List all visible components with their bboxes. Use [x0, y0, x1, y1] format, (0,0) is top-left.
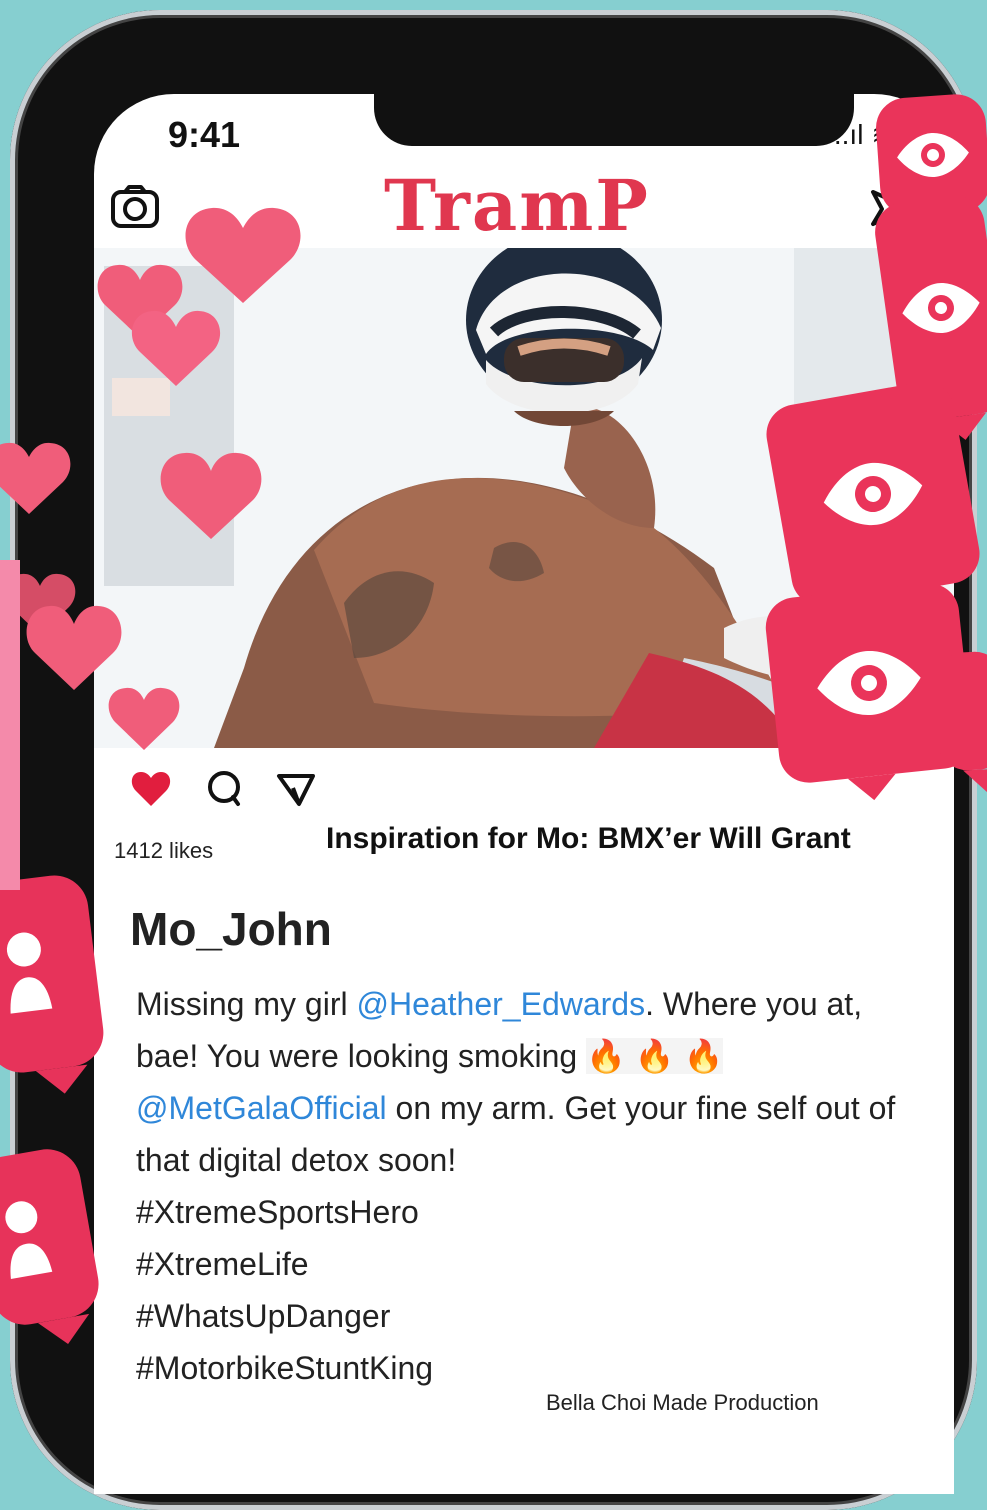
- heart-icon: [185, 207, 301, 303]
- heart-icon: [108, 687, 180, 750]
- hashtag[interactable]: #XtremeLife: [136, 1238, 916, 1290]
- caption-title: Inspiration for Mo: BMX’er Will Grant: [326, 822, 851, 855]
- mention-metgala[interactable]: @MetGalaOfficial: [136, 1090, 387, 1126]
- eye-sticker: [932, 650, 987, 772]
- app-brand: TramP: [384, 164, 650, 247]
- eye-icon: [897, 133, 969, 177]
- status-time: 9:41: [168, 114, 241, 155]
- phone-notch: [374, 94, 902, 146]
- eye-sticker: [761, 377, 985, 611]
- heart-icon: [160, 452, 262, 539]
- production-credit: Bella Choi Made Production: [546, 1390, 819, 1415]
- hashtag[interactable]: #WhatsUpDanger: [136, 1290, 916, 1342]
- hashtag[interactable]: #XtremeSportsHero: [136, 1186, 916, 1238]
- comment-icon[interactable]: [202, 766, 248, 812]
- caption-text: Missing my girl: [136, 986, 357, 1022]
- eye-icon: [902, 282, 980, 334]
- heart-icon: [131, 310, 221, 386]
- share-icon[interactable]: [274, 766, 320, 812]
- heart-icon: [26, 605, 122, 690]
- side-pink-panel: [0, 560, 20, 890]
- heart-icon: [0, 442, 71, 514]
- person-icon: [6, 932, 53, 1014]
- hashtag-list: #XtremeSportsHero #XtremeLife #WhatsUpDa…: [136, 1186, 916, 1394]
- person-icon: [5, 1201, 53, 1279]
- eye-icon: [823, 462, 923, 526]
- post-username[interactable]: Mo_John: [130, 902, 332, 956]
- fire-emojis: 🔥 🔥 🔥: [586, 1038, 724, 1074]
- camera-icon[interactable]: [108, 180, 162, 234]
- mention-heather[interactable]: @Heather_Edwards: [356, 986, 645, 1022]
- hashtag[interactable]: #MotorbikeStuntKing: [136, 1342, 916, 1394]
- eye-icon: [817, 650, 921, 716]
- heart-icon[interactable]: [128, 766, 174, 812]
- like-count: 1412 likes: [114, 838, 214, 863]
- post-caption: Missing my girl @Heather_Edwards. Where …: [136, 978, 916, 1394]
